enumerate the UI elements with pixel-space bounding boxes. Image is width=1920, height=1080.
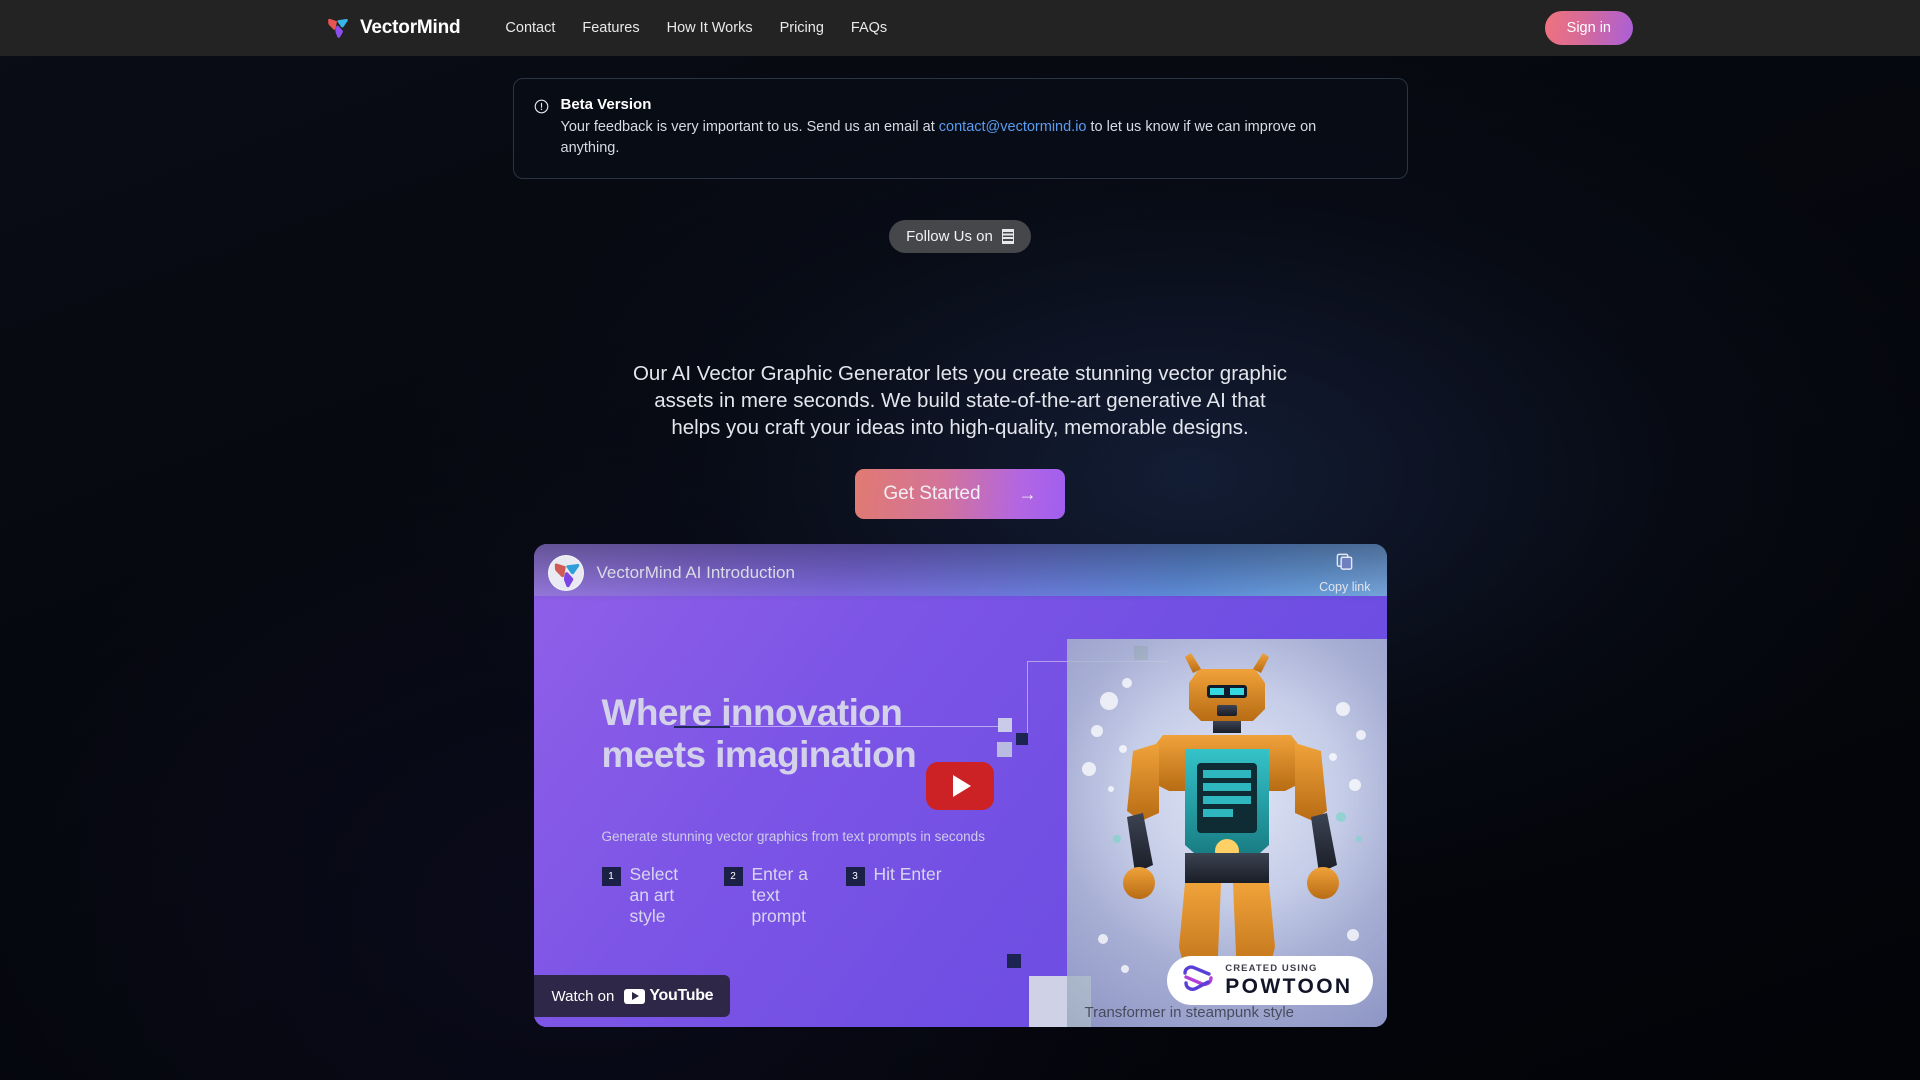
slide-headline: Where innovation meets imagination [601,692,917,775]
slide-caption: Generate stunning vector graphics from t… [601,829,985,845]
beta-banner-text-before: Your feedback is very important to us. S… [560,119,939,135]
step-label: Select an art style [629,864,679,926]
powtoon-badge: CREATED USING POWTOON [1167,955,1373,1006]
follow-us-label: Follow Us on [906,228,993,246]
beta-banner-title: Beta Version [560,96,652,113]
powtoon-text: CREATED USING POWTOON [1225,964,1352,998]
nav-link-faqs[interactable]: FAQs [851,20,887,36]
brand-logo-link[interactable]: VectorMind [326,16,461,40]
step-number: 1 [601,867,621,887]
copy-link-label: Copy link [1319,580,1371,595]
youtube-play-icon[interactable] [926,761,994,810]
robot-artwork-panel: Transformer in steampunk style CREATED U… [1066,639,1387,1028]
beta-banner-email-link[interactable]: contact@vectormind.io [939,119,1087,135]
copy-link-button[interactable]: Copy link [1319,552,1371,595]
tofu-glyph-icon [1001,229,1014,245]
decor-square-4 [996,742,1012,758]
nav-link-how-it-works[interactable]: How It Works [667,20,753,36]
robot-caption: Transformer in steampunk style [1084,1004,1295,1022]
navbar-right-group: Sign in [1544,11,1633,45]
navbar-links: Contact Features How It Works Pricing FA… [505,20,887,36]
youtube-icon: YouTube [624,987,714,1005]
beta-banner: Beta Version Your feedback is very impor… [512,78,1408,180]
slide-step: 3 Hit Enter [845,864,946,926]
video-topbar: VectorMind AI Introduction Copy link [533,544,1387,603]
alert-circle-icon [534,99,549,159]
hero-subtitle: Our AI Vector Graphic Generator lets you… [632,361,1288,439]
step-label: Enter a text prompt [751,864,808,926]
get-started-label: Get Started [883,483,981,505]
watch-on-youtube-button[interactable]: Watch on YouTube [533,975,731,1018]
navbar-left-group: VectorMind Contact Features How It Works… [326,16,887,40]
brand-name: VectorMind [360,17,461,38]
powtoon-wordmark: POWTOON [1225,975,1353,999]
top-navbar: VectorMind Contact Features How It Works… [0,0,1920,56]
video-title: VectorMind AI Introduction [596,563,795,583]
slide-steps: 1 Select an art style 2 Enter a text pro… [601,864,946,926]
arrow-right-icon: → [1018,484,1037,505]
get-started-button[interactable]: Get Started → [855,469,1065,520]
slide-step: 2 Enter a text prompt [723,864,824,926]
watch-on-label: Watch on [551,987,615,1005]
step-number: 2 [723,867,743,887]
vectormind-avatar-icon [547,555,584,592]
nav-link-pricing[interactable]: Pricing [780,20,824,36]
powtoon-created-using: CREATED USING [1225,962,1318,974]
beta-banner-wrapper: Beta Version Your feedback is very impor… [0,56,1920,180]
step-label: Hit Enter [873,864,942,885]
decor-square-5 [1006,954,1021,969]
nav-link-features[interactable]: Features [582,20,639,36]
landing-page: VectorMind Contact Features How It Works… [0,0,1920,1080]
youtube-wordmark: YouTube [649,987,714,1005]
youtube-chip-triangle [632,992,640,1001]
nav-link-contact[interactable]: Contact [505,20,555,36]
step-number: 3 [845,867,865,887]
slide-step: 1 Select an art style [601,864,702,926]
copy-icon [1335,552,1354,576]
decor-square-3 [1015,733,1028,746]
powtoon-logo-icon [1181,964,1215,997]
video-embed-card[interactable]: Where innovation meets imagination Gener… [533,544,1387,1028]
follow-us-badge[interactable]: Follow Us on [889,220,1031,254]
youtube-chip-icon [624,988,646,1004]
beta-banner-content: Beta Version Your feedback is very impor… [561,96,1351,159]
sign-in-button[interactable]: Sign in [1544,11,1633,45]
page-title: Generative AI for Vector Graphics [515,275,1406,341]
decor-square-2 [997,718,1012,733]
beta-banner-text: Your feedback is very important to us. S… [561,117,1351,159]
vectormind-logo-icon [326,16,350,40]
play-triangle-icon [953,774,971,797]
hero-section: Follow Us on Generative AI for Vector Gr… [0,179,1920,1028]
